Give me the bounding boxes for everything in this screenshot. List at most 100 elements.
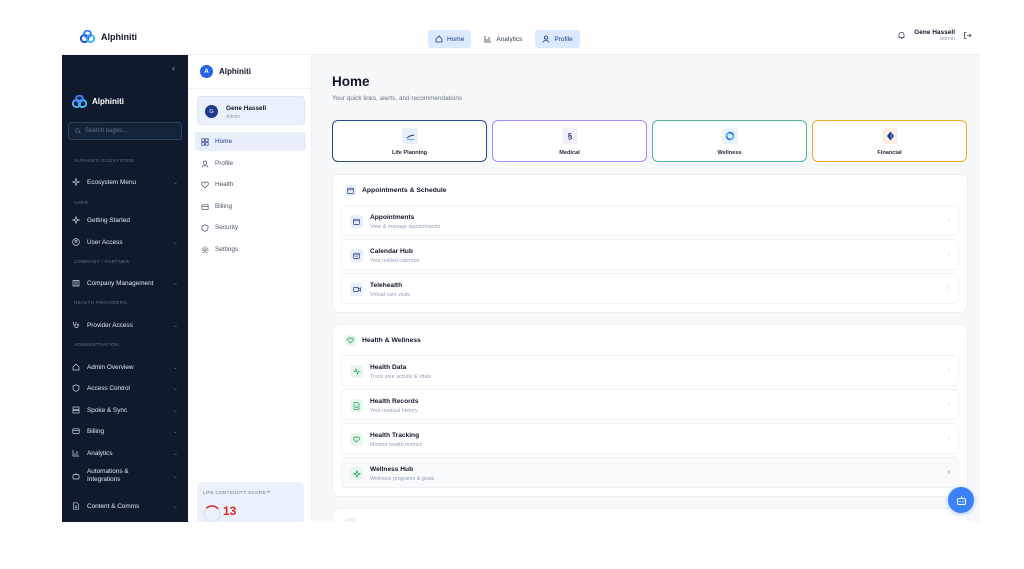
app-window: Alphiniti Home Analytics Profile Gene Ha… [62, 20, 980, 522]
list-item-health-records[interactable]: Health Records Your medical history › [341, 389, 959, 420]
list-item-title: Telehealth [370, 282, 403, 289]
tab-home-label: Home [447, 35, 465, 43]
quick-link-life-planning[interactable]: Life Planning [332, 120, 487, 162]
document-icon [72, 502, 80, 510]
home-icon [435, 35, 443, 43]
quick-link-medical[interactable]: § Medical [492, 120, 647, 162]
search-input[interactable]: Search pages... [68, 122, 182, 140]
tab-analytics-label: Analytics [496, 35, 523, 43]
building-icon [72, 279, 80, 287]
nav-profile[interactable]: Profile [195, 154, 306, 173]
chevron-right-icon: › [947, 251, 950, 258]
quick-link-label: Wellness [717, 150, 742, 156]
user-sidebar-brand[interactable]: A Alphiniti [200, 65, 251, 78]
heart-icon [201, 181, 209, 189]
sidebar-item-label: Admin Overview [87, 363, 134, 371]
sidebar-brand[interactable]: Alphiniti [72, 95, 124, 108]
sidebar-item-label: Spoke & Sync [87, 406, 128, 414]
list-item-health-data[interactable]: Health Data Track your activity & vitals… [341, 355, 959, 386]
brand-badge: A [200, 65, 213, 78]
tab-profile[interactable]: Profile [535, 30, 580, 48]
sidebar-item-access-control[interactable]: Access Control ⌄ [72, 381, 182, 395]
user-card-role: Admin [226, 114, 241, 120]
quick-link-wellness[interactable]: Wellness [652, 120, 807, 162]
nav-home[interactable]: Home [195, 132, 306, 151]
sidebar-item-ecosystem-menu[interactable]: Ecosystem Menu ⌄ [72, 175, 182, 189]
score-value: 13 [223, 504, 237, 518]
section-user: USER [74, 201, 89, 206]
sidebar-item-label: Content & Comms [87, 502, 140, 510]
list-item-title: Appointments [370, 214, 415, 221]
nav-label: Settings [215, 246, 239, 253]
nav-health[interactable]: Health [195, 175, 306, 194]
sidebar-item-spoke-sync[interactable]: Spoke & Sync ⌄ [72, 403, 182, 417]
sidebar-item-user-access[interactable]: User Access ⌄ [72, 235, 182, 249]
nav-billing[interactable]: Billing [195, 197, 306, 216]
sidebar-item-label: Company Management [87, 279, 154, 287]
user-circle-icon [72, 238, 80, 246]
top-nav: Home Analytics Profile [428, 30, 580, 48]
user-card[interactable]: G Gene Hassell Admin [197, 96, 305, 125]
section-icon [345, 518, 356, 522]
sidebar-item-getting-started[interactable]: Getting Started [72, 213, 182, 227]
list-item-subtitle: Your medical history [370, 408, 418, 414]
tab-home[interactable]: Home [428, 30, 472, 48]
heart-icon [350, 433, 363, 446]
list-item-calendar-hub[interactable]: Calendar Hub Your unified calendar › [341, 239, 959, 270]
assistant-button[interactable] [948, 487, 974, 513]
chevron-down-icon: ⌄ [172, 322, 178, 329]
sidebar-item-admin-overview[interactable]: Admin Overview ⌄ [72, 360, 182, 374]
sidebar-item-automations[interactable]: Automations & Integrations ⌄ [72, 465, 182, 487]
list-item-subtitle: View & manage appointments [370, 224, 441, 230]
score-gauge [202, 504, 222, 522]
user-sidebar-brand-name: Alphiniti [219, 67, 251, 76]
sidebar-item-company-management[interactable]: Company Management ⌄ [72, 276, 182, 290]
collapse-sidebar-icon[interactable]: ‹ [172, 63, 175, 73]
gear-icon [201, 246, 209, 254]
health-wellness-title: Health & Wellness [362, 337, 421, 344]
bot-icon [956, 495, 967, 506]
sidebar-item-analytics[interactable]: Analytics ⌄ [72, 446, 182, 460]
chevron-right-icon: › [947, 367, 950, 374]
list-item-title: Health Records [370, 398, 419, 405]
life-continuity-score-card[interactable]: LIFE CONTINUITY SCORE™ 13 [197, 482, 304, 522]
search-icon [75, 128, 81, 134]
sidebar-item-content-comms[interactable]: Content & Comms ⌄ [72, 499, 182, 513]
brand[interactable]: Alphiniti [80, 30, 137, 43]
list-item-title: Calendar Hub [370, 248, 413, 255]
user-menu: Gene Hassell admin [897, 29, 972, 42]
sidebar-item-billing[interactable]: Billing ⌄ [72, 424, 182, 438]
chevron-down-icon: ⌄ [172, 239, 178, 246]
sidebar-item-provider-access[interactable]: Provider Access ⌄ [72, 318, 182, 332]
chevron-down-icon: ⌄ [172, 280, 178, 287]
nav-label: Profile [215, 160, 234, 167]
chevron-down-icon: ⌄ [172, 385, 178, 392]
bell-icon[interactable] [897, 31, 906, 40]
admin-sidebar: ‹ Alphiniti Search pages... ALPHINITI EC… [62, 55, 188, 522]
list-item-title: Health Tracking [370, 432, 420, 439]
list-item-subtitle: Wellness programs & goals [370, 476, 435, 482]
sidebar-item-label: Provider Access [87, 321, 133, 329]
section-ecosystem: ALPHINITI ECOSYSTEM [74, 159, 135, 164]
page-title: Home [332, 74, 370, 89]
list-item-health-tracking[interactable]: Health Tracking Monitor health metrics › [341, 423, 959, 454]
nav-label: Billing [215, 203, 233, 210]
user-identity[interactable]: Gene Hassell admin [914, 29, 955, 42]
tab-analytics[interactable]: Analytics [477, 30, 529, 48]
nav-settings[interactable]: Settings [195, 240, 306, 259]
appointments-header: Appointments & Schedule [345, 185, 447, 196]
score-label: LIFE CONTINUITY SCORE™ [203, 490, 271, 495]
wellness-icon [722, 128, 738, 144]
quick-link-financial[interactable]: Financial [812, 120, 967, 162]
logout-icon[interactable] [963, 31, 972, 40]
user-sidebar: A Alphiniti G Gene Hassell Admin Home Pr… [188, 55, 312, 522]
sidebar-item-label: Getting Started [87, 216, 130, 224]
list-item-telehealth[interactable]: Telehealth Virtual care visits › [341, 273, 959, 304]
list-item-wellness-hub[interactable]: Wellness Hub Wellness programs & goals › [341, 457, 959, 488]
chevron-down-icon: ⌄ [172, 503, 178, 510]
calendar-icon [350, 215, 363, 228]
nav-security[interactable]: Security [195, 218, 306, 237]
list-item-appointments[interactable]: Appointments View & manage appointments … [341, 205, 959, 236]
bar-chart-icon [484, 35, 492, 43]
main-content: Home Your quick links, alerts, and recom… [312, 55, 980, 522]
